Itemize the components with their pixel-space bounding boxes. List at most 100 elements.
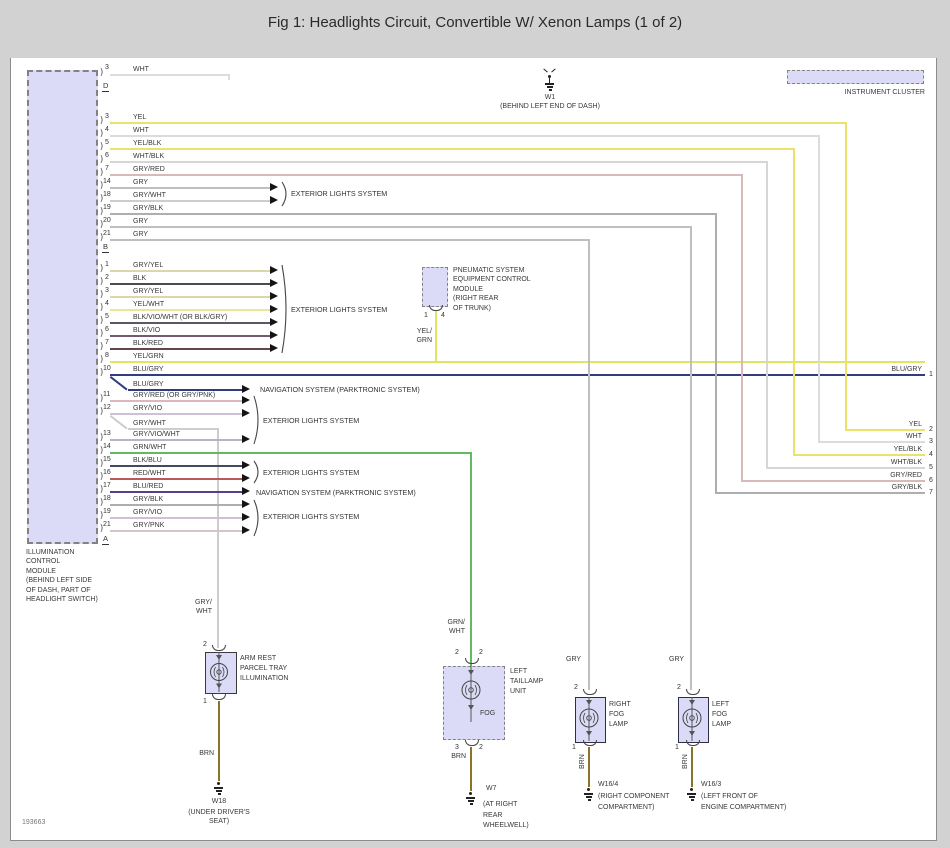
pin-arc: ): [99, 155, 105, 165]
offpage-arrow: [270, 344, 278, 352]
right-fog-lamp-label: RIGHT FOG LAMP: [609, 701, 631, 729]
pin-number: 2: [479, 649, 483, 656]
wire-vert-gry-rightfog: [588, 239, 590, 690]
ground-bar: [687, 793, 696, 795]
wire-label: GRY/YEL: [133, 262, 164, 269]
wire-stub: [715, 492, 925, 494]
wire-stub: [845, 429, 925, 431]
lamp-icon: [579, 697, 599, 741]
wire-vert-brn: [691, 747, 693, 787]
wire-label: GRY/VIO: [133, 405, 163, 412]
wire-label: GRY/WHT: [133, 420, 166, 427]
wire-line-gry: [110, 239, 588, 241]
wire-label: WHT/BLK: [133, 153, 165, 160]
offpage-arrow: [242, 500, 250, 508]
ground-bar: [214, 787, 223, 789]
wire-label: GRY/ WHT: [195, 599, 212, 616]
pin-number: 3: [455, 744, 459, 751]
pin-number: 19: [103, 204, 111, 211]
pin-number: 5: [105, 313, 109, 320]
wire-label: GRY: [133, 231, 149, 238]
pin-arc: ): [99, 68, 105, 78]
pin-number: 2: [105, 274, 109, 281]
pin-number: 7: [929, 489, 933, 496]
wire-stub: [741, 480, 925, 482]
wire-line-gry-red: [110, 400, 242, 402]
system-label-exterior: EXTERIOR LIGHTS SYSTEM: [263, 416, 360, 425]
pin-number: 13: [103, 430, 111, 437]
wire-vert-gry-leftfog: [690, 226, 692, 690]
wire-label: BRN: [199, 750, 214, 757]
wire-line-gry: [110, 187, 270, 189]
offpage-arrow: [270, 292, 278, 300]
wire-line-wht: [110, 74, 230, 76]
pin-number: 2: [455, 649, 459, 656]
pin-number: 21: [103, 521, 111, 528]
lamp-icon: [210, 652, 228, 692]
wire-label: WHT: [133, 127, 149, 134]
ground-location: (UNDER DRIVER'S SEAT): [188, 809, 250, 826]
wire-label: BLK/VIO: [133, 327, 161, 334]
ground-bar: [469, 803, 473, 805]
left-fog-lamp-label: LEFT FOG LAMP: [712, 701, 732, 729]
wire-stub: [793, 454, 925, 456]
wire-label: GRY/RED (OR GRY/PNK): [133, 392, 216, 399]
pin-number: 15: [103, 456, 111, 463]
pin-number: 7: [105, 165, 109, 172]
wire-label: GRY/VIO/WHT: [133, 431, 180, 438]
wire-label: YEL/WHT: [133, 301, 165, 308]
pin-number: 3: [105, 64, 109, 71]
wire-vert-brn: [470, 747, 472, 791]
ground-bar: [690, 799, 694, 801]
wire-label: GRY: [566, 656, 582, 663]
wire-label: BLU/GRY: [891, 366, 922, 373]
wire-label: GRY/RED: [890, 472, 922, 479]
wire-label: GRY/BLK: [133, 496, 164, 503]
pin-arc: ): [99, 303, 105, 313]
offpage-arrow: [270, 331, 278, 339]
pin-number: 6: [929, 477, 933, 484]
wire-label: BLU/GRY: [133, 381, 164, 388]
wire-vert-brn: [588, 747, 590, 787]
ground-name: W1: [544, 94, 556, 101]
connector-letter-b: B: [102, 242, 110, 253]
wire-line-gry-yel: [110, 270, 270, 272]
pin-number: 6: [105, 326, 109, 333]
offpage-arrow: [242, 461, 250, 469]
wire-vert-wht: [818, 135, 820, 441]
taillamp-label: LEFT TAILLAMP UNIT: [510, 668, 544, 696]
wire-line-wht-blk: [110, 161, 768, 163]
ground-bar: [466, 797, 475, 799]
wire-line-red-wht: [110, 478, 242, 480]
pneumatic-module-box: [422, 267, 448, 307]
wire-line-yel-blk: [110, 148, 795, 150]
pin-number: 18: [103, 495, 111, 502]
wire-line-gry-vio-wht: [110, 439, 242, 441]
wire-line-yel-grn: [110, 361, 925, 363]
pin-number: 1: [203, 698, 207, 705]
offpage-arrow: [242, 474, 250, 482]
pin-number: 2: [677, 684, 681, 691]
wire-label: YEL/ GRN: [416, 328, 432, 345]
ground-dot: [469, 792, 472, 795]
pin-number: 2: [203, 641, 207, 648]
pin-number: 18: [103, 191, 111, 198]
wire-line-wht-tick: [228, 74, 230, 80]
illumination-control-module-box: [27, 70, 98, 544]
pin-number: 16: [103, 469, 111, 476]
pin-number: 8: [105, 352, 109, 359]
wire-line-blu-red: [110, 491, 242, 493]
wire-label: WHT: [906, 433, 922, 440]
ground-bar: [548, 89, 552, 91]
offpage-arrow: [270, 183, 278, 191]
ground-dot: [690, 788, 693, 791]
ground-bar: [217, 793, 221, 795]
instrument-cluster-label: INSTRUMENT CLUSTER: [844, 89, 925, 96]
system-label-navigation: NAVIGATION SYSTEM (PARKTRONIC SYSTEM): [260, 385, 420, 394]
wire-label: RED/WHT: [133, 470, 166, 477]
wire-label: YEL/GRN: [133, 353, 164, 360]
wire-line-wht: [110, 135, 820, 137]
ground-bar: [688, 796, 695, 798]
wire-vert-gry-blk: [715, 213, 717, 492]
wire-label: GRY/WHT: [133, 192, 166, 199]
